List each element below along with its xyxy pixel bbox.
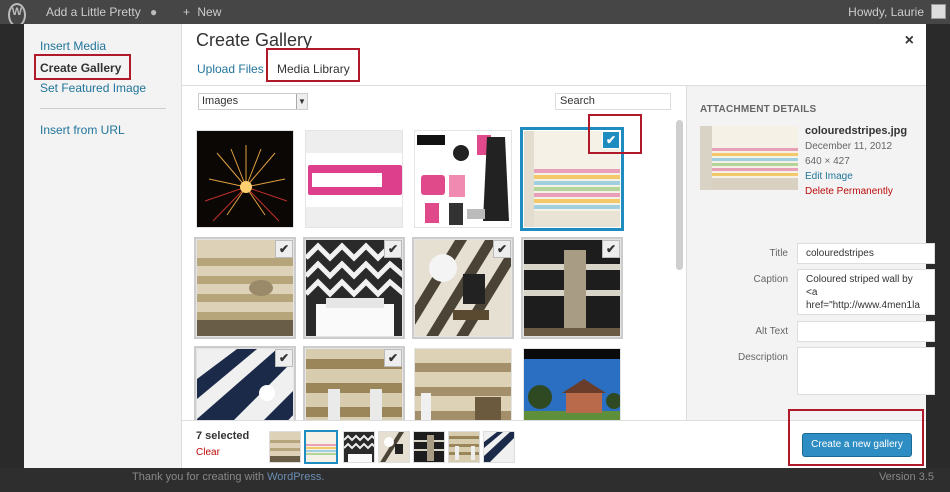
comments-icon[interactable]: ●	[150, 0, 157, 24]
media-modal: Insert Media Create Gallery Set Featured…	[24, 24, 935, 468]
details-date: December 11, 2012	[805, 141, 893, 152]
delete-permanently-link[interactable]: Delete Permanently	[805, 184, 907, 199]
gold-dining-mini	[449, 432, 479, 462]
edit-image-link[interactable]: Edit Image	[805, 169, 907, 184]
attachment-gold-stripes-room[interactable]: ✔	[194, 237, 296, 339]
new-content-link[interactable]: + New	[183, 0, 221, 24]
selection-thumb[interactable]	[269, 431, 301, 463]
checkmark-icon[interactable]: ✔	[493, 240, 511, 258]
checkmark-icon[interactable]: ✔	[384, 240, 402, 258]
menu-set-featured-image[interactable]: Set Featured Image	[40, 81, 146, 95]
attachment-gold-dining[interactable]: ✔	[303, 346, 405, 420]
footer-thanks-text: Thank you for creating with	[132, 471, 268, 483]
description-field[interactable]	[797, 347, 935, 395]
menu-create-gallery[interactable]: Create Gallery	[40, 61, 121, 75]
striped-room-image	[415, 349, 511, 420]
details-filename: colouredstripes.jpg	[805, 125, 908, 137]
striped-wall-mini	[306, 432, 336, 462]
menu-insert-media[interactable]: Insert Media	[40, 39, 106, 53]
user-greeting[interactable]: Howdy, Laurie	[848, 0, 924, 24]
clear-selection-link[interactable]: Clear	[196, 447, 220, 458]
filter-value: Images	[202, 95, 239, 107]
router-tabs: Upload Files Media Library	[182, 56, 926, 86]
logo-image	[306, 131, 402, 227]
striped-entry-mini	[379, 432, 409, 462]
chevron-down-icon: ▼	[296, 94, 307, 109]
media-menu: Insert Media Create Gallery Set Featured…	[24, 24, 182, 468]
selection-thumb[interactable]	[343, 431, 375, 463]
wordpress-link[interactable]: WordPress.	[267, 471, 324, 483]
attachment-dark-hallway[interactable]: ✔	[521, 237, 623, 339]
details-thumbnail	[700, 126, 798, 190]
grid-scrollbar[interactable]	[676, 120, 684, 420]
dark-hallway-mini	[414, 432, 444, 462]
admin-footer: Thank you for creating with WordPress. V…	[0, 468, 950, 492]
tab-media-library[interactable]: Media Library	[277, 62, 350, 76]
alt-text-label: Alt Text	[755, 326, 788, 337]
caption-field[interactable]: Coloured striped wall by <a href="http:/…	[797, 269, 935, 315]
checkmark-icon[interactable]: ✔	[384, 349, 402, 367]
selection-thumb-active[interactable]	[304, 430, 338, 464]
checkmark-icon[interactable]: ✔	[602, 131, 620, 149]
footer-version: Version 3.5	[878, 471, 934, 483]
menu-insert-from-url[interactable]: Insert from URL	[40, 123, 125, 137]
footer-thanks: Thank you for creating with WordPress.	[132, 471, 324, 483]
backdrop-left	[0, 24, 24, 468]
checkmark-icon[interactable]: ✔	[602, 240, 620, 258]
attachment-chevron-bedroom[interactable]: ✔	[303, 237, 405, 339]
close-icon[interactable]: ×	[905, 32, 914, 50]
details-dimensions: 640 × 427	[805, 156, 850, 167]
plus-icon: +	[183, 5, 191, 19]
title-label: Title	[769, 248, 788, 259]
fashion-collage-image	[415, 131, 511, 227]
attachments-grid: ✔ ✔ ✔ ✔ ✔ ✔ ✔	[182, 118, 676, 420]
fireworks-image	[197, 131, 293, 227]
attachments-toolbar: Images ▼ Search	[182, 86, 686, 118]
selection-thumb[interactable]	[413, 431, 445, 463]
chevron-bedroom-mini	[344, 432, 374, 462]
alt-text-field[interactable]	[797, 321, 935, 342]
description-label: Description	[737, 352, 788, 363]
selection-thumb[interactable]	[483, 431, 515, 463]
tab-upload-files[interactable]: Upload Files	[197, 62, 264, 76]
selection-thumb[interactable]	[378, 431, 410, 463]
menu-separator	[40, 108, 166, 109]
details-info: colouredstripes.jpg December 11, 2012 64…	[805, 124, 907, 199]
attachment-house-lawn[interactable]	[523, 348, 621, 420]
selection-toolbar: 7 selected Clear Create a new gallery	[182, 420, 926, 468]
gold-stripes-room-mini	[270, 432, 300, 462]
attachment-navy-stripes[interactable]: ✔	[194, 346, 296, 420]
attachment-fashion-collage[interactable]	[414, 130, 512, 228]
navy-stripes-mini	[484, 432, 514, 462]
media-type-filter[interactable]: Images ▼	[198, 93, 308, 110]
attachment-fireworks[interactable]	[196, 130, 294, 228]
caption-label: Caption	[753, 274, 788, 285]
selection-thumb[interactable]	[448, 431, 480, 463]
frame-title: Create Gallery	[196, 30, 313, 50]
selected-count: 7 selected	[196, 430, 250, 442]
attachment-striped-entry[interactable]: ✔	[412, 237, 514, 339]
attachment-striped-room[interactable]	[414, 348, 512, 420]
checkmark-icon[interactable]: ✔	[275, 240, 293, 258]
search-input[interactable]: Search	[555, 93, 671, 110]
scrollbar-thumb[interactable]	[676, 120, 683, 270]
new-label: New	[197, 5, 222, 19]
attachment-coloured-stripes[interactable]: ✔	[520, 127, 624, 231]
details-heading: ATTACHMENT DETAILS	[700, 104, 817, 115]
create-new-gallery-button[interactable]: Create a new gallery	[802, 433, 912, 457]
attachment-details-sidebar: ATTACHMENT DETAILS colouredstripes.jpg D…	[686, 86, 935, 420]
site-name-link[interactable]: Add a Little Pretty	[46, 0, 141, 24]
title-field[interactable]: colouredstripes	[797, 243, 935, 264]
attachment-a-little-pretty-logo[interactable]	[305, 130, 403, 228]
avatar[interactable]	[931, 4, 946, 19]
checkmark-icon[interactable]: ✔	[275, 349, 293, 367]
house-lawn-image	[524, 349, 620, 420]
striped-wall-preview-image	[700, 126, 798, 190]
admin-bar: W Add a Little Pretty ● + New Howdy, Lau…	[0, 0, 950, 27]
